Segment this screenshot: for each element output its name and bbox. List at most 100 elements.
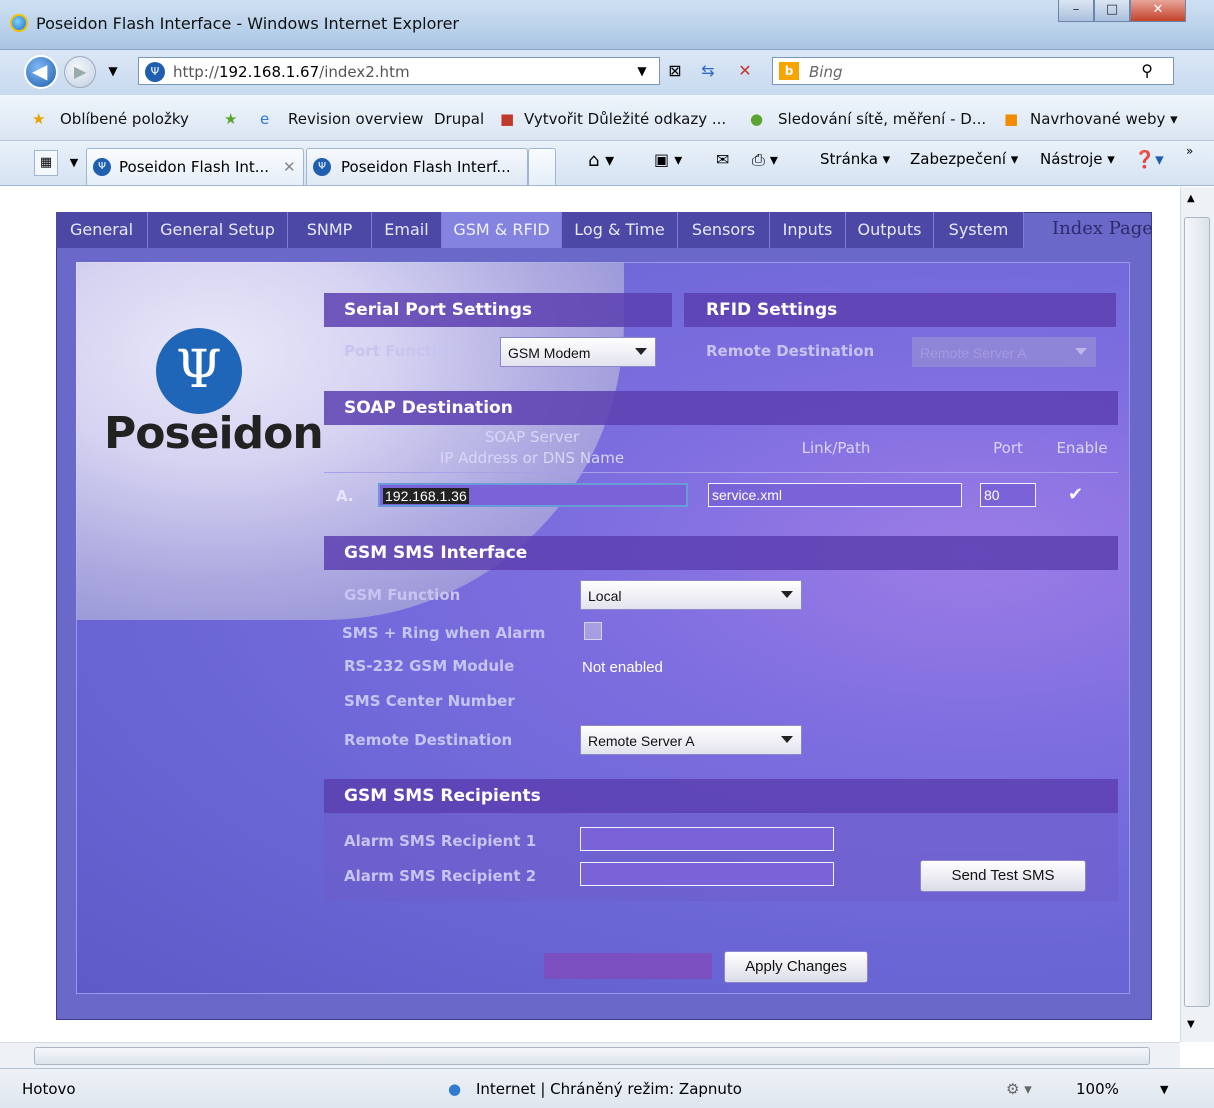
tab-snmp[interactable]: SNMP	[288, 212, 372, 248]
fav-revision-overview[interactable]: Revision overview	[288, 110, 423, 128]
apply-status-bar	[544, 953, 712, 979]
search-placeholder: Bing	[809, 63, 843, 81]
suggested-sites-icon: ■	[1004, 110, 1019, 128]
search-icon[interactable]: ⚲	[1141, 61, 1153, 80]
tab-outputs[interactable]: Outputs	[846, 212, 934, 248]
sms-ring-checkbox[interactable]	[584, 622, 602, 640]
chevron-more-icon[interactable]: »	[1186, 144, 1193, 158]
compatibility-icon[interactable]: ⊠	[664, 60, 686, 82]
apply-changes-button[interactable]: Apply Changes	[724, 951, 868, 983]
tab-general[interactable]: General	[56, 212, 148, 248]
browser-tab-2[interactable]: Ψ Poseidon Flash Interf...	[306, 148, 528, 185]
window-titlebar: Poseidon Flash Interface - Windows Inter…	[0, 0, 1214, 50]
close-button[interactable]: ✕	[1130, 0, 1186, 22]
fav-vytvorit[interactable]: Vytvořit Důležité odkazy ...	[524, 110, 726, 128]
chevron-down-icon	[1075, 348, 1087, 355]
vertical-scrollbar[interactable]: ▲ ▼	[1180, 187, 1214, 1042]
fav-sledovani[interactable]: Sledování sítě, měření - D...	[778, 110, 986, 128]
hscroll-thumb[interactable]	[34, 1047, 1150, 1065]
soap-port-input[interactable]: 80	[980, 483, 1036, 507]
soap-col-enable: Enable	[1056, 439, 1108, 457]
address-dropdown-icon[interactable]: ▼	[632, 60, 652, 82]
rfid-title: RFID Settings	[706, 300, 838, 320]
back-button[interactable]: ◀	[24, 55, 58, 89]
tab-general-setup[interactable]: General Setup	[148, 212, 288, 248]
scroll-thumb[interactable]	[1184, 217, 1210, 1007]
recipient-1-input[interactable]	[580, 827, 834, 851]
refresh-icon[interactable]: ⇆	[696, 60, 720, 82]
history-dropdown-icon[interactable]: ▼	[104, 60, 122, 82]
sms-center-label: SMS Center Number	[344, 692, 515, 710]
chevron-down-icon	[781, 736, 793, 743]
soap-enable-checkbox[interactable]: ✔	[1068, 484, 1083, 505]
poseidon-logo-icon: Ψ	[156, 328, 242, 414]
window-title: Poseidon Flash Interface - Windows Inter…	[36, 14, 459, 33]
tab-log-time[interactable]: Log & Time	[562, 212, 678, 248]
soap-path-input[interactable]: service.xml	[708, 483, 962, 507]
tab-system[interactable]: System	[934, 212, 1024, 248]
rfid-remote-dest-label: Remote Destination	[706, 342, 875, 360]
security-zone: Internet | Chráněný režim: Zapnuto	[476, 1080, 742, 1098]
print-icon[interactable]: ⎙ ▾	[752, 150, 778, 170]
minimize-button[interactable]: –	[1058, 0, 1094, 22]
fav-drupal[interactable]: Drupal	[434, 110, 484, 128]
poseidon-logo-text: Poseidon	[104, 408, 324, 459]
forward-arrow-icon: ▶	[74, 62, 87, 81]
site-favicon-icon: Ψ	[145, 62, 165, 82]
bing-icon: b	[779, 62, 799, 80]
soap-server-input[interactable]: 192.168.1.36	[378, 483, 688, 507]
help-icon[interactable]: ❓▾	[1134, 150, 1164, 170]
zoom-dropdown-icon[interactable]: ▼	[1160, 1083, 1168, 1096]
scroll-up-icon[interactable]: ▲	[1187, 193, 1195, 204]
security-menu[interactable]: Zabezpečení ▾	[910, 150, 1018, 168]
gsm-module-value: Not enabled	[582, 659, 663, 676]
mail-icon[interactable]: ✉	[716, 150, 729, 169]
index-page-link[interactable]: Index Page	[1052, 218, 1153, 239]
tab-gsm-rfid[interactable]: GSM & RFID	[442, 212, 562, 248]
tools-menu[interactable]: Nástroje ▾	[1040, 150, 1115, 168]
home-icon[interactable]: ⌂ ▾	[588, 150, 614, 171]
favorites-bar: ★ Oblíbené položky ★ e Revision overview…	[0, 95, 1214, 141]
maximize-button[interactable]: □	[1094, 0, 1130, 22]
ie-logo-icon	[10, 14, 28, 32]
soap-col-port: Port	[993, 439, 1023, 457]
close-tab-icon[interactable]: ✕	[283, 158, 296, 176]
tab-email[interactable]: Email	[372, 212, 442, 248]
new-tab-button[interactable]	[528, 148, 556, 185]
send-test-sms-button[interactable]: Send Test SMS	[920, 860, 1086, 892]
sms-ring-label: SMS + Ring when Alarm	[342, 624, 546, 642]
gsm-function-select[interactable]: Local	[580, 580, 802, 610]
tab-favicon-icon: Ψ	[313, 158, 331, 176]
feeds-icon[interactable]: ▣ ▾	[654, 150, 682, 169]
tab-list-icon[interactable]: ▼	[64, 150, 84, 176]
chevron-down-icon	[635, 348, 647, 355]
ie-page-icon: e	[260, 110, 270, 128]
quick-tabs-icon[interactable]: ▦	[34, 150, 58, 176]
favorites-button[interactable]: Oblíbené položky	[60, 110, 189, 128]
soap-divider	[324, 472, 1118, 473]
recipients-title: GSM SMS Recipients	[344, 786, 541, 806]
recipient-2-input[interactable]	[580, 862, 834, 886]
browser-tab-2-label: Poseidon Flash Interf...	[341, 158, 511, 176]
gsm-dest-select[interactable]: Remote Server A	[580, 725, 802, 755]
fav-navrhovane[interactable]: Navrhované weby ▾	[1030, 110, 1178, 128]
port-function-select[interactable]: GSM Modem	[500, 337, 656, 367]
add-favorite-icon[interactable]: ★	[224, 110, 237, 128]
scroll-down-icon[interactable]: ▼	[1187, 1019, 1195, 1030]
search-box[interactable]: b Bing ⚲	[772, 57, 1174, 85]
soap-col-server-1: SOAP Server	[484, 428, 580, 446]
browser-tab-1[interactable]: Ψ Poseidon Flash Int... ✕	[86, 148, 304, 185]
address-bar[interactable]: Ψ http://192.168.1.67/index2.htm	[138, 57, 660, 85]
protected-mode-icon[interactable]: ⚙ ▾	[1006, 1080, 1032, 1098]
back-arrow-icon: ◀	[32, 59, 48, 83]
soap-col-path: Link/Path	[801, 439, 871, 457]
page-menu[interactable]: Stránka ▾	[820, 150, 890, 168]
zoom-level[interactable]: 100%	[1076, 1080, 1119, 1098]
tab-favicon-icon: Ψ	[93, 158, 111, 176]
horizontal-scrollbar[interactable]	[0, 1042, 1180, 1068]
address-url[interactable]: http://192.168.1.67/index2.htm	[173, 63, 410, 81]
tab-inputs[interactable]: Inputs	[770, 212, 846, 248]
stop-icon[interactable]: ✕	[734, 60, 756, 82]
forward-button[interactable]: ▶	[64, 56, 96, 88]
tab-sensors[interactable]: Sensors	[678, 212, 770, 248]
